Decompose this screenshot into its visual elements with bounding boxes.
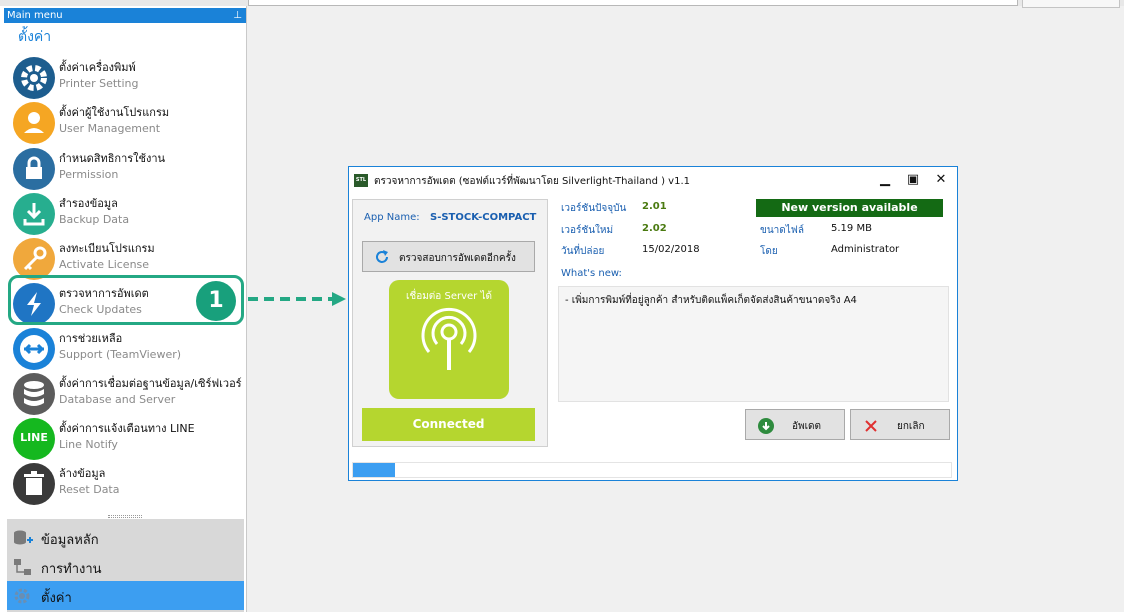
update-button-label: อัพเดต (792, 421, 822, 432)
connection-panel: App Name: S-STOCK-COMPACT ตรวจสอบการอัพเ… (352, 199, 548, 447)
download-progress-bar (352, 462, 952, 478)
sidebar-item-sublabel: Line Notify (59, 438, 118, 451)
top-input-field[interactable] (248, 0, 1018, 6)
sidebar-item-label: การช่วยเหลือ (59, 332, 123, 345)
new-version-badge: New version available (756, 199, 943, 217)
recheck-update-label: ตรวจสอบการอัพเดตอีกครั้ง (399, 253, 516, 264)
recheck-update-button[interactable]: ตรวจสอบการอัพเดตอีกครั้ง (362, 241, 535, 272)
sidebar-item-label: ตั้งค่าการแจ้งเตือนทาง LINE (59, 422, 195, 435)
maximize-button[interactable]: ▣ (905, 172, 921, 187)
lock-icon (13, 148, 55, 190)
master-data-icon (14, 530, 33, 545)
sidebar-item-sublabel: Backup Data (59, 213, 130, 226)
sidebar-item-support-teamviewer[interactable]: การช่วยเหลือ Support (TeamViewer) (8, 326, 244, 371)
user-icon (13, 102, 55, 144)
sidebar-header-label: Main menu (7, 10, 63, 21)
download-icon (13, 193, 55, 235)
server-status-tile: เชื่อมต่อ Server ได้ (389, 280, 509, 399)
sidebar-item-label: ตั้งค่าการเชื่อมต่อฐานข้อมูล/เซิร์ฟเวอร์ (59, 377, 242, 390)
sidebar-item-label: ล้างข้อมูล (59, 467, 106, 480)
progress-fill (353, 463, 395, 477)
new-version-label: เวอร์ชันใหม่ (561, 225, 614, 236)
sidebar-item-printer-setting[interactable]: ตั้งค่าเครื่องพิมพ์ Printer Setting (8, 55, 244, 100)
close-button[interactable]: ✕ (933, 172, 949, 187)
sidebar-item-label: สำรองข้อมูล (59, 197, 118, 210)
minimize-button[interactable]: ▁ (877, 172, 893, 187)
new-version-value: 2.02 (642, 223, 667, 234)
nav-settings[interactable]: ตั้งค่า (7, 581, 244, 610)
key-icon (13, 238, 55, 280)
app-logo: STL (354, 174, 368, 187)
sidebar-bottom-nav: ข้อมูลหลัก การทำงาน ตั้งค่า (7, 519, 244, 612)
sidebar-item-sublabel: Printer Setting (59, 77, 139, 90)
cancel-button[interactable]: ยกเลิก (850, 409, 950, 440)
top-right-control[interactable] (1022, 0, 1120, 8)
sidebar-header: Main menu ⊥ (4, 8, 246, 23)
update-button[interactable]: อัพเดต (745, 409, 845, 440)
sidebar-item-sublabel: Activate License (59, 258, 150, 271)
server-status-text: เชื่อมต่อ Server ได้ (406, 291, 492, 302)
nav-master-data-label: ข้อมูลหลัก (41, 533, 99, 548)
database-icon (13, 373, 55, 415)
sidebar-item-backup-data[interactable]: สำรองข้อมูล Backup Data (8, 191, 244, 236)
sidebar-item-label: ตั้งค่าเครื่องพิมพ์ (59, 61, 136, 74)
splitter-grip[interactable] (108, 515, 142, 518)
sidebar-item-line-notify[interactable]: LINE ตั้งค่าการแจ้งเตือนทาง LINE Line Noti… (8, 416, 244, 461)
connection-status: Connected (362, 408, 535, 441)
line-icon: LINE (13, 418, 55, 460)
nav-settings-label: ตั้งค่า (41, 591, 72, 606)
sidebar-item-sublabel: Permission (59, 168, 119, 181)
dialog-titlebar[interactable]: STL ตรวจหาการอัพเดต (ซอฟต์แวร์ที่พัฒนาโด… (349, 167, 957, 195)
sidebar-item-sublabel: Reset Data (59, 483, 120, 496)
sidebar-section-title: ตั้งค่า (18, 29, 52, 45)
app-window: Main menu ⊥ ตั้งค่า ตั้งค่าเครื่องพิมพ์ P… (0, 0, 1124, 612)
update-dialog: STL ตรวจหาการอัพเดต (ซอฟต์แวร์ที่พัฒนาโด… (348, 166, 958, 481)
sidebar-item-sublabel: Database and Server (59, 393, 176, 406)
sidebar-item-sublabel: Support (TeamViewer) (59, 348, 182, 361)
teamviewer-icon (13, 328, 55, 370)
line-logo-text: LINE (20, 431, 48, 444)
file-size-label: ขนาดไฟล์ (760, 225, 805, 236)
whats-new-text: - เพิ่มการพิมพ์ที่อยู่ลูกค้า สำหรับติดแพ… (565, 295, 857, 306)
sidebar-item-reset-data[interactable]: ล้างข้อมูล Reset Data (8, 461, 244, 506)
sidebar-item-database-and-server[interactable]: ตั้งค่าการเชื่อมต่อฐานข้อมูล/เซิร์ฟเวอร์… (8, 371, 244, 416)
file-size-value: 5.19 MB (831, 223, 872, 234)
current-version-label: เวอร์ชันปัจจุบัน (561, 203, 627, 214)
nav-workflow[interactable]: การทำงาน (7, 552, 244, 581)
whats-new-label: What's new: (561, 268, 622, 279)
author-label: โดย (760, 246, 778, 257)
step-badge: 1 (196, 281, 236, 321)
cancel-icon (865, 420, 877, 432)
workflow-icon (14, 559, 31, 575)
cancel-button-label: ยกเลิก (897, 421, 925, 432)
sidebar-item-sublabel: User Management (59, 122, 161, 135)
release-date-value: 15/02/2018 (642, 244, 700, 255)
dialog-title: ตรวจหาการอัพเดต (ซอฟต์แวร์ที่พัฒนาโดย Si… (374, 176, 691, 187)
sidebar-item-label: กำหนดสิทธิการใช้งาน (59, 152, 166, 165)
gear-icon (13, 57, 55, 99)
app-name-value: S-STOCK-COMPACT (430, 212, 537, 223)
whats-new-box[interactable]: - เพิ่มการพิมพ์ที่อยู่ลูกค้า สำหรับติดแพ… (558, 286, 949, 402)
sidebar-item-user-management[interactable]: ตั้งค่าผู้ใช้งานโปรแกรม User Management (8, 100, 244, 145)
settings-icon (14, 588, 30, 604)
nav-workflow-label: การทำงาน (41, 562, 102, 577)
sidebar-item-permission[interactable]: กำหนดสิทธิการใช้งาน Permission (8, 146, 244, 191)
nav-master-data[interactable]: ข้อมูลหลัก (7, 523, 244, 552)
current-version-value: 2.01 (642, 201, 667, 212)
sidebar-item-label: ลงทะเบียนโปรแกรม (59, 242, 155, 255)
dashed-arrow-icon (248, 292, 346, 306)
trash-icon (13, 463, 55, 505)
app-name-label: App Name: (364, 212, 420, 223)
author-value: Administrator (831, 244, 900, 255)
refresh-icon (376, 250, 388, 263)
pin-icon[interactable]: ⊥ (233, 8, 242, 23)
antenna-icon (421, 307, 477, 370)
sidebar-item-label: ตั้งค่าผู้ใช้งานโปรแกรม (59, 106, 170, 119)
release-date-label: วันที่ปล่อย (561, 246, 605, 257)
download-icon (758, 418, 774, 434)
